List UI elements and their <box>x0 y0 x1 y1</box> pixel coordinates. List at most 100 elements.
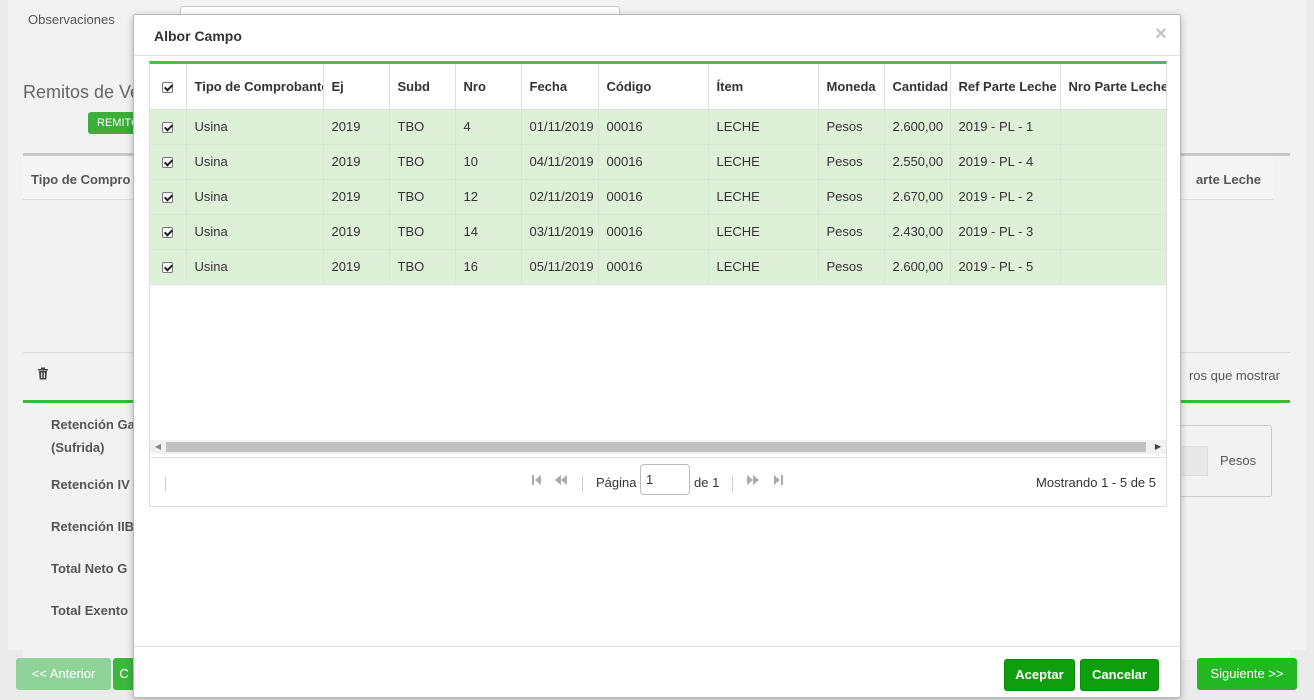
column-header[interactable]: Nro Parte Leche <box>1060 64 1166 110</box>
next-button[interactable]: Siguiente >> <box>1197 658 1297 690</box>
cell-ref-parte: 2019 - PL - 2 <box>950 179 1061 215</box>
cell-cantidad: 2.600,00 <box>884 109 951 145</box>
grid-col-tipo: Tipo de Compro <box>31 172 131 187</box>
cell-ref-parte: 2019 - PL - 4 <box>950 144 1061 180</box>
row-checkbox[interactable] <box>150 214 187 250</box>
accept-button[interactable]: Aceptar <box>1004 659 1075 691</box>
table-row[interactable]: Usina 2019 TBO 10 04/11/2019 00016 LECHE… <box>150 144 1166 180</box>
cell-nro: 10 <box>455 144 522 180</box>
column-header[interactable]: Moneda <box>818 64 885 110</box>
checkbox-checked-icon[interactable] <box>162 122 174 134</box>
checkbox-checked-icon[interactable] <box>162 192 174 204</box>
pager-separator <box>732 476 733 492</box>
pager-separator <box>165 476 166 492</box>
column-header[interactable]: Nro <box>455 64 522 110</box>
total-label: Retención IV <box>51 477 130 492</box>
cell-codigo: 00016 <box>598 214 709 250</box>
row-checkbox[interactable] <box>150 109 187 145</box>
total-label: Total Neto G <box>51 561 128 576</box>
close-icon[interactable]: × <box>1152 24 1170 44</box>
scroll-right-icon[interactable]: ▶ <box>1152 440 1164 454</box>
previous-page-icon[interactable] <box>553 473 569 491</box>
checkbox-checked-icon[interactable] <box>162 227 174 239</box>
row-checkbox[interactable] <box>150 249 187 285</box>
cell-cantidad: 2.430,00 <box>884 214 951 250</box>
pesos-box: Pesos <box>1172 425 1272 497</box>
column-header[interactable]: Ej <box>323 64 390 110</box>
cell-fecha: 02/11/2019 <box>521 179 599 215</box>
select-all-checkbox[interactable] <box>150 64 187 110</box>
page-number-input[interactable] <box>640 464 690 495</box>
page-count-label: de 1 <box>694 475 720 490</box>
column-header[interactable]: Código <box>598 64 709 110</box>
cell-nro-parte <box>1060 179 1166 215</box>
scrollbar-thumb[interactable] <box>166 442 1146 452</box>
dialog-header: Albor Campo × <box>134 15 1180 56</box>
pagination-bar: Página de 1 Mostrando 1 - 5 de 5 <box>150 457 1166 506</box>
table-row[interactable]: Usina 2019 TBO 14 03/11/2019 00016 LECHE… <box>150 214 1166 250</box>
cell-codigo: 00016 <box>598 249 709 285</box>
cell-subd: TBO <box>389 109 456 145</box>
cell-cantidad: 2.550,00 <box>884 144 951 180</box>
checkbox-checked-icon[interactable] <box>162 157 174 169</box>
cell-subd: TBO <box>389 179 456 215</box>
cell-nro-parte <box>1060 249 1166 285</box>
scroll-left-icon[interactable]: ◀ <box>152 440 164 454</box>
column-header[interactable]: Subd <box>389 64 456 110</box>
cell-ej: 2019 <box>323 249 390 285</box>
last-page-icon[interactable] <box>770 473 786 491</box>
column-header[interactable]: Ítem <box>708 64 819 110</box>
cell-item: LECHE <box>708 249 819 285</box>
section-title: Remitos de Ve <box>23 82 141 102</box>
cell-codigo: 00016 <box>598 179 709 215</box>
column-header[interactable]: Fecha <box>521 64 599 110</box>
dialog-footer: Aceptar Cancelar <box>134 646 1180 698</box>
cell-fecha: 01/11/2019 <box>521 109 599 145</box>
cell-cantidad: 2.600,00 <box>884 249 951 285</box>
cell-nro-parte <box>1060 144 1166 180</box>
cell-item: LECHE <box>708 144 819 180</box>
table-row[interactable]: Usina 2019 TBO 12 02/11/2019 00016 LECHE… <box>150 179 1166 215</box>
cell-nro: 4 <box>455 109 522 145</box>
table-row[interactable]: Usina 2019 TBO 16 05/11/2019 00016 LECHE… <box>150 249 1166 285</box>
checkbox-checked-icon[interactable] <box>162 81 174 93</box>
pesos-label: Pesos <box>1220 453 1257 468</box>
remitos-table: Tipo de Comprobante Ej Subd Nro Fecha Có… <box>150 64 1166 285</box>
cell-fecha: 04/11/2019 <box>521 144 599 180</box>
cell-tipo: Usina <box>186 109 324 145</box>
grid-col-parte-leche: arte Leche <box>1195 172 1261 187</box>
cell-ej: 2019 <box>323 214 390 250</box>
total-label: Retención Ga <box>51 417 135 432</box>
pager-separator <box>582 476 583 492</box>
cell-ej: 2019 <box>323 179 390 215</box>
cell-tipo: Usina <box>186 249 324 285</box>
cell-tipo: Usina <box>186 179 324 215</box>
cell-moneda: Pesos <box>818 249 885 285</box>
row-checkbox[interactable] <box>150 179 187 215</box>
total-label: Retención IIB <box>51 519 135 534</box>
cell-nro: 16 <box>455 249 522 285</box>
cell-item: LECHE <box>708 179 819 215</box>
c-button[interactable]: C <box>113 658 135 690</box>
trash-icon[interactable] <box>37 367 51 381</box>
cell-codigo: 00016 <box>598 144 709 180</box>
column-header[interactable]: Cantidad <box>884 64 951 110</box>
cell-ref-parte: 2019 - PL - 5 <box>950 249 1061 285</box>
cell-cantidad: 2.670,00 <box>884 179 951 215</box>
next-page-icon[interactable] <box>745 473 761 491</box>
cell-ref-parte: 2019 - PL - 3 <box>950 214 1061 250</box>
cell-ej: 2019 <box>323 144 390 180</box>
column-header[interactable]: Tipo de Comprobante <box>186 64 324 110</box>
first-page-icon[interactable] <box>529 473 545 491</box>
cancel-button[interactable]: Cancelar <box>1080 659 1159 691</box>
cell-subd: TBO <box>389 144 456 180</box>
row-checkbox[interactable] <box>150 144 187 180</box>
column-header[interactable]: Ref Parte Leche <box>950 64 1061 110</box>
checkbox-checked-icon[interactable] <box>162 262 174 274</box>
previous-button[interactable]: << Anterior <box>16 658 111 690</box>
cell-item: LECHE <box>708 214 819 250</box>
select-remitos-dialog: Albor Campo × Tipo de Comprobante Ej Sub… <box>133 14 1181 698</box>
horizontal-scrollbar[interactable]: ◀ ▶ <box>150 440 1166 454</box>
table-row[interactable]: Usina 2019 TBO 4 01/11/2019 00016 LECHE … <box>150 109 1166 145</box>
observaciones-label: Observaciones <box>28 12 115 27</box>
